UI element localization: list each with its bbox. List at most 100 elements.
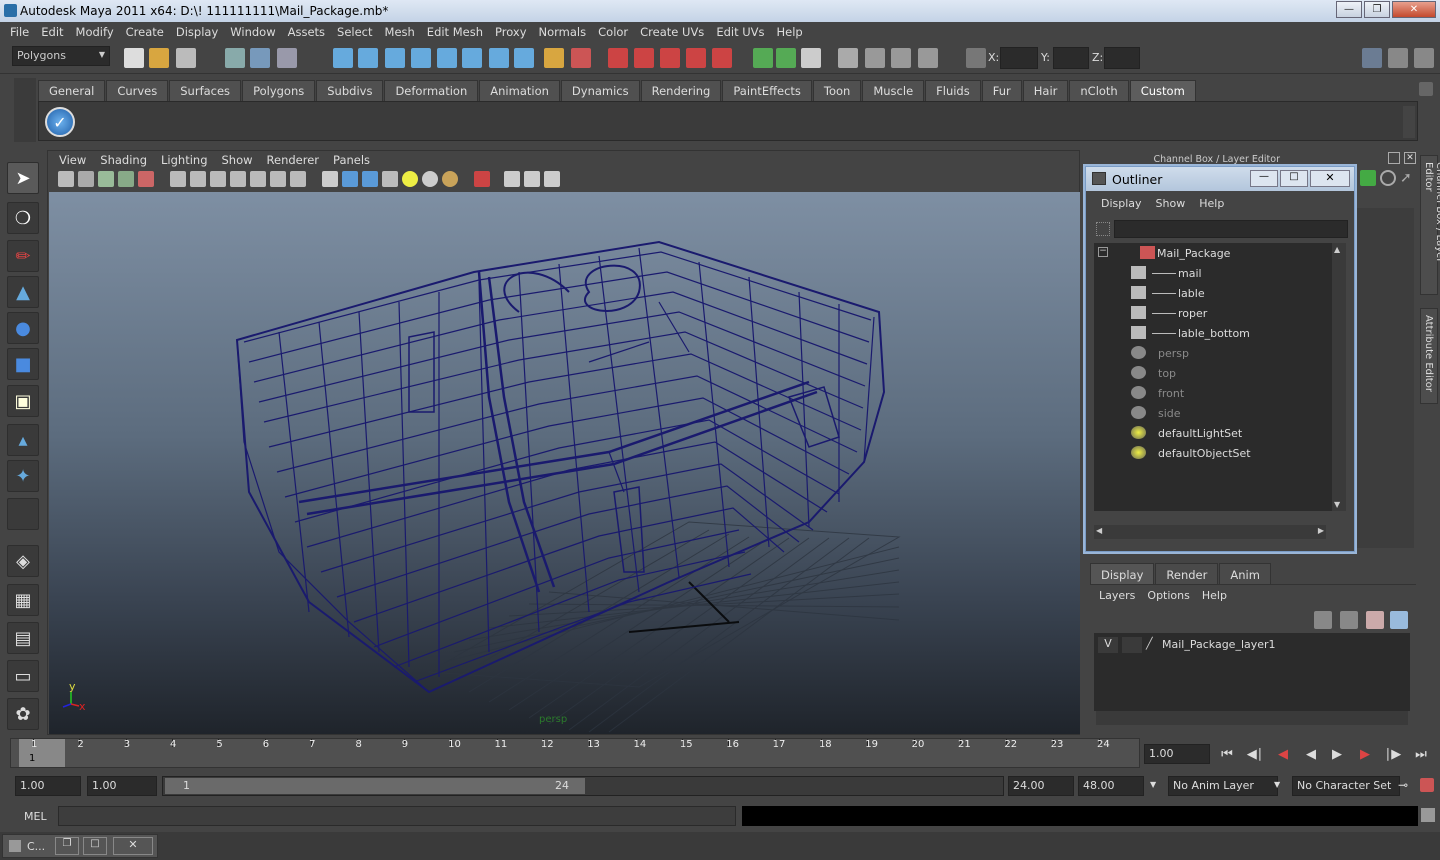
save-scene-icon[interactable]: [176, 48, 196, 68]
wireframe-icon[interactable]: [322, 171, 338, 187]
shelf-tab-muscle[interactable]: Muscle: [862, 80, 925, 101]
snap-vertex-icon[interactable]: [462, 48, 482, 68]
go-to-start-icon[interactable]: ⏮: [1216, 744, 1238, 764]
select-hierarchy-icon[interactable]: [225, 48, 245, 68]
menu-edit-uvs[interactable]: Edit UVs: [710, 25, 770, 39]
playback-end-field[interactable]: 24.00: [1008, 776, 1074, 796]
end-time-field[interactable]: 48.00: [1078, 776, 1144, 796]
menu-mesh[interactable]: Mesh: [379, 25, 421, 39]
paint-select-tool-icon[interactable]: ✏: [7, 240, 39, 272]
menu-edit-mesh[interactable]: Edit Mesh: [421, 25, 489, 39]
hypershade-icon[interactable]: [712, 48, 732, 68]
ipr-render-icon[interactable]: [660, 48, 680, 68]
hud-icon[interactable]: [544, 171, 560, 187]
shelf-tab-dynamics[interactable]: Dynamics: [560, 80, 640, 101]
rotate-tool-icon[interactable]: ●: [7, 312, 39, 344]
outliner-vertical-scrollbar[interactable]: ▲ ▼: [1332, 243, 1346, 511]
play-backwards-icon[interactable]: ◀: [1300, 744, 1322, 764]
clapper-icon[interactable]: [865, 48, 885, 68]
snap-point-icon[interactable]: [385, 48, 405, 68]
scroll-up-icon[interactable]: ▲: [1334, 245, 1340, 254]
outliner-item-mail-package[interactable]: Mail_Package: [1094, 243, 1332, 263]
four-view-layout-icon[interactable]: ▦: [7, 584, 39, 616]
minimize-button[interactable]: —: [1336, 1, 1362, 18]
chevron-down-icon[interactable]: ▼: [1274, 780, 1280, 789]
menu-modify[interactable]: Modify: [70, 25, 120, 39]
key-icon[interactable]: ⊸: [1398, 778, 1408, 792]
viewport-menu-panels[interactable]: Panels: [326, 151, 377, 169]
new-layer-selected-icon[interactable]: [1390, 611, 1408, 629]
maximize-button[interactable]: □: [83, 837, 107, 855]
default-lighting-icon[interactable]: [402, 171, 418, 187]
menu-edit[interactable]: Edit: [35, 25, 69, 39]
z-field[interactable]: [1104, 47, 1140, 69]
output-ops-icon[interactable]: [776, 48, 796, 68]
scroll-right-icon[interactable]: ▶: [1318, 526, 1324, 535]
textured-icon[interactable]: [382, 171, 398, 187]
go-to-end-icon[interactable]: ⏭: [1410, 744, 1432, 764]
film-gate-icon[interactable]: [190, 171, 206, 187]
outliner-close-button[interactable]: ✕: [1310, 170, 1350, 187]
shelf-tab-general[interactable]: General: [38, 80, 106, 101]
attribute-editor-side-tab[interactable]: Attribute Editor: [1420, 308, 1438, 404]
playback-start-field[interactable]: 1.00: [87, 776, 157, 796]
shadows-icon[interactable]: [442, 171, 458, 187]
outliner-item-front[interactable]: front: [1094, 383, 1332, 403]
step-back-frame-icon[interactable]: ◀: [1272, 744, 1294, 764]
show-attribute-editor-icon[interactable]: [1414, 48, 1434, 68]
shelf-menu-handle[interactable]: [14, 78, 36, 142]
layer-tab-anim[interactable]: Anim: [1219, 563, 1271, 584]
trash-icon[interactable]: [1419, 82, 1433, 96]
select-component-icon[interactable]: [277, 48, 297, 68]
range-slider[interactable]: 1 24: [162, 776, 1004, 796]
chevron-down-icon[interactable]: ▼: [1150, 780, 1156, 789]
select-tool-icon[interactable]: ➤: [7, 162, 39, 194]
render-view-icon[interactable]: [838, 48, 858, 68]
anim-layer-dropdown[interactable]: No Anim Layer: [1168, 776, 1278, 796]
shelf-tab-curves[interactable]: Curves: [106, 80, 169, 101]
close-button[interactable]: ✕: [1392, 1, 1436, 18]
animation-preferences-icon[interactable]: [1420, 778, 1434, 792]
current-time-field[interactable]: 1.00: [1144, 744, 1210, 764]
outliner-maximize-button[interactable]: □: [1280, 170, 1308, 187]
shelf-tab-surfaces[interactable]: Surfaces: [169, 80, 242, 101]
resolution-gate-icon[interactable]: [210, 171, 226, 187]
outliner-item-side[interactable]: side: [1094, 403, 1332, 423]
outliner-menu-display[interactable]: Display: [1094, 193, 1149, 213]
snap-edge-icon[interactable]: [489, 48, 509, 68]
input-ops-icon[interactable]: [753, 48, 773, 68]
outliner-item-top[interactable]: top: [1094, 363, 1332, 383]
shelf-tab-painteffects[interactable]: PaintEffects: [722, 80, 812, 101]
show-channel-box-icon[interactable]: [1362, 48, 1382, 68]
isolate-select-icon[interactable]: [474, 171, 490, 187]
two-d-pan-icon[interactable]: [138, 171, 154, 187]
construction-history-icon[interactable]: [608, 48, 628, 68]
range-slider-handle[interactable]: 1 24: [165, 778, 585, 794]
wireframe-on-shaded-icon[interactable]: [362, 171, 378, 187]
viewport-menu-lighting[interactable]: Lighting: [154, 151, 214, 169]
menu-normals[interactable]: Normals: [533, 25, 593, 39]
render-settings-icon[interactable]: [686, 48, 706, 68]
outliner-item-mail[interactable]: mail: [1094, 263, 1332, 283]
shelf-tab-animation[interactable]: Animation: [479, 80, 560, 101]
new-layer-icon[interactable]: [1366, 611, 1384, 629]
camera-attributes-icon[interactable]: [78, 171, 94, 187]
viewport-menu-renderer[interactable]: Renderer: [260, 151, 327, 169]
single-perspective-layout-icon[interactable]: ◈: [7, 545, 39, 577]
restore-button[interactable]: ❐: [55, 837, 79, 855]
layer-color-icon[interactable]: ╱: [1146, 637, 1160, 653]
shelf-tab-polygons[interactable]: Polygons: [242, 80, 316, 101]
menu-set-dropdown[interactable]: Polygons ▼: [12, 46, 110, 66]
menu-select[interactable]: Select: [331, 25, 378, 39]
menu-create[interactable]: Create: [120, 25, 170, 39]
snap-grid-icon[interactable]: [333, 48, 353, 68]
snap-surface-icon[interactable]: [437, 48, 457, 68]
outliner-filter-field[interactable]: [1114, 220, 1348, 238]
layer-visibility-toggle[interactable]: V: [1098, 637, 1118, 653]
y-field[interactable]: [1053, 47, 1089, 69]
close-panel-icon[interactable]: ✕: [1404, 152, 1416, 164]
shelf-tab-subdivs[interactable]: Subdivs: [316, 80, 384, 101]
step-forward-key-icon[interactable]: ∣▶: [1382, 744, 1404, 764]
lasso-tool-icon[interactable]: ❍: [7, 202, 39, 234]
xray-joints-icon[interactable]: [524, 171, 540, 187]
